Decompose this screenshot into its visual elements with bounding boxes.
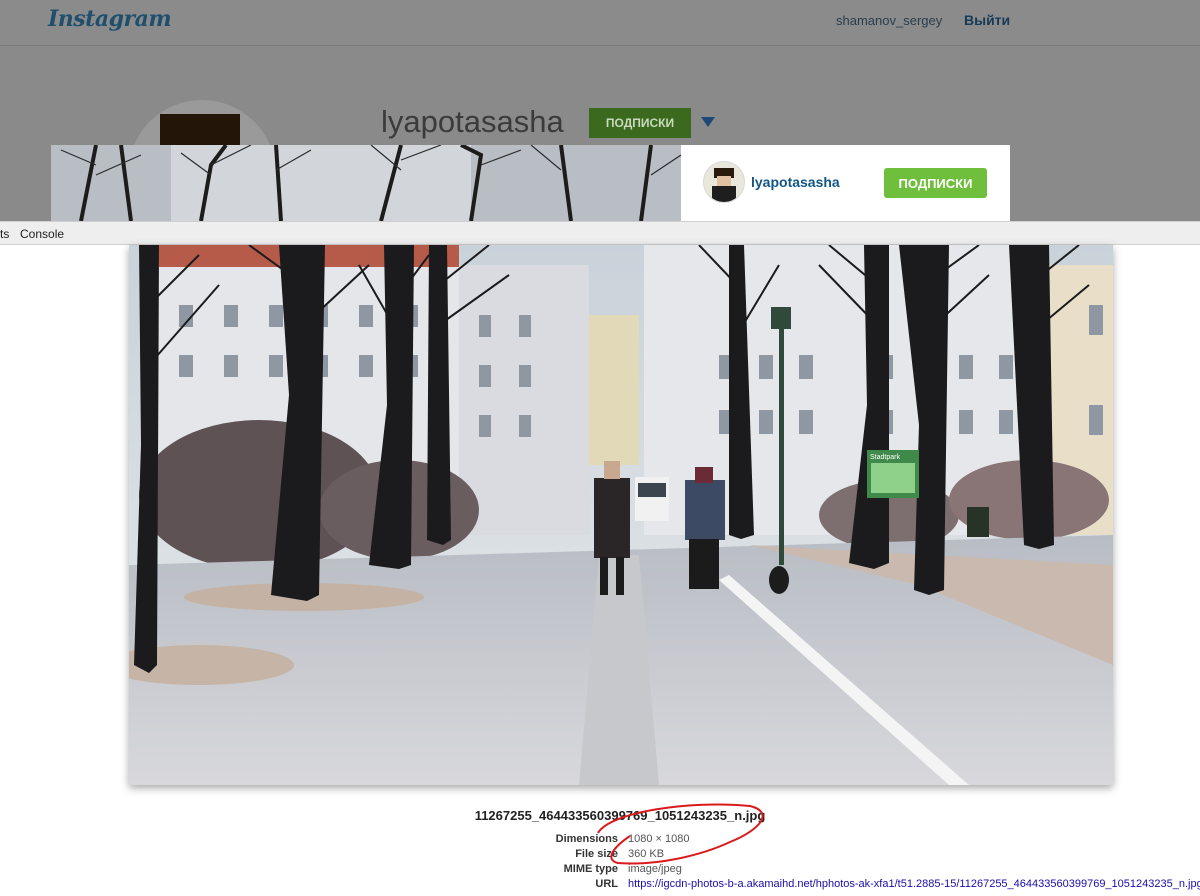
file-size-label: File size	[575, 848, 618, 860]
devtools-tab-console[interactable]: Console	[20, 227, 64, 241]
profile-username: lyapotasasha	[381, 104, 564, 139]
lightbox-username-link[interactable]: lyapotasasha	[751, 174, 840, 190]
caret-down-icon[interactable]	[701, 117, 715, 127]
lightbox-avatar[interactable]	[703, 161, 745, 203]
instagram-header: Instagram shamanov_sergey Выйти	[0, 0, 1200, 46]
lightbox-photo-preview	[51, 145, 681, 221]
mime-type-label: MIME type	[563, 863, 618, 875]
image-filename: 11267255_464433560399769_1051243235_n.jp…	[474, 808, 766, 823]
lightbox-photo-strip	[51, 145, 681, 221]
dimensions-label: Dimensions	[555, 833, 618, 845]
file-size-value: 360 KB	[628, 848, 665, 860]
park-sign-text: Stadtpark	[870, 454, 900, 461]
lightbox-sidebar: lyapotasasha ПОДПИСКИ	[681, 145, 1010, 221]
logout-link[interactable]: Выйти	[964, 12, 1010, 28]
devtools-toolbar: ts Console	[0, 221, 1200, 245]
dimensions-value: 1080 × 1080	[628, 833, 690, 845]
url-label: URL	[595, 878, 618, 890]
avatar-figure-icon	[704, 162, 744, 202]
profile-follow-button[interactable]: ПОДПИСКИ	[589, 108, 691, 138]
park-photo-illustration: Stadtpark	[129, 245, 1113, 785]
instagram-logo[interactable]: Instagram	[48, 6, 172, 32]
mime-type-value: image/jpeg	[628, 863, 682, 875]
devtools-tab-cut[interactable]: ts	[0, 227, 9, 241]
main-photo: Stadtpark	[129, 245, 1113, 785]
lightbox-follow-button[interactable]: ПОДПИСКИ	[884, 168, 987, 198]
current-user-link[interactable]: shamanov_sergey	[836, 13, 942, 28]
image-url-link[interactable]: https://igcdn-photos-b-a.akamaihd.net/hp…	[628, 878, 1200, 890]
avatar-hair-shape	[160, 114, 240, 148]
